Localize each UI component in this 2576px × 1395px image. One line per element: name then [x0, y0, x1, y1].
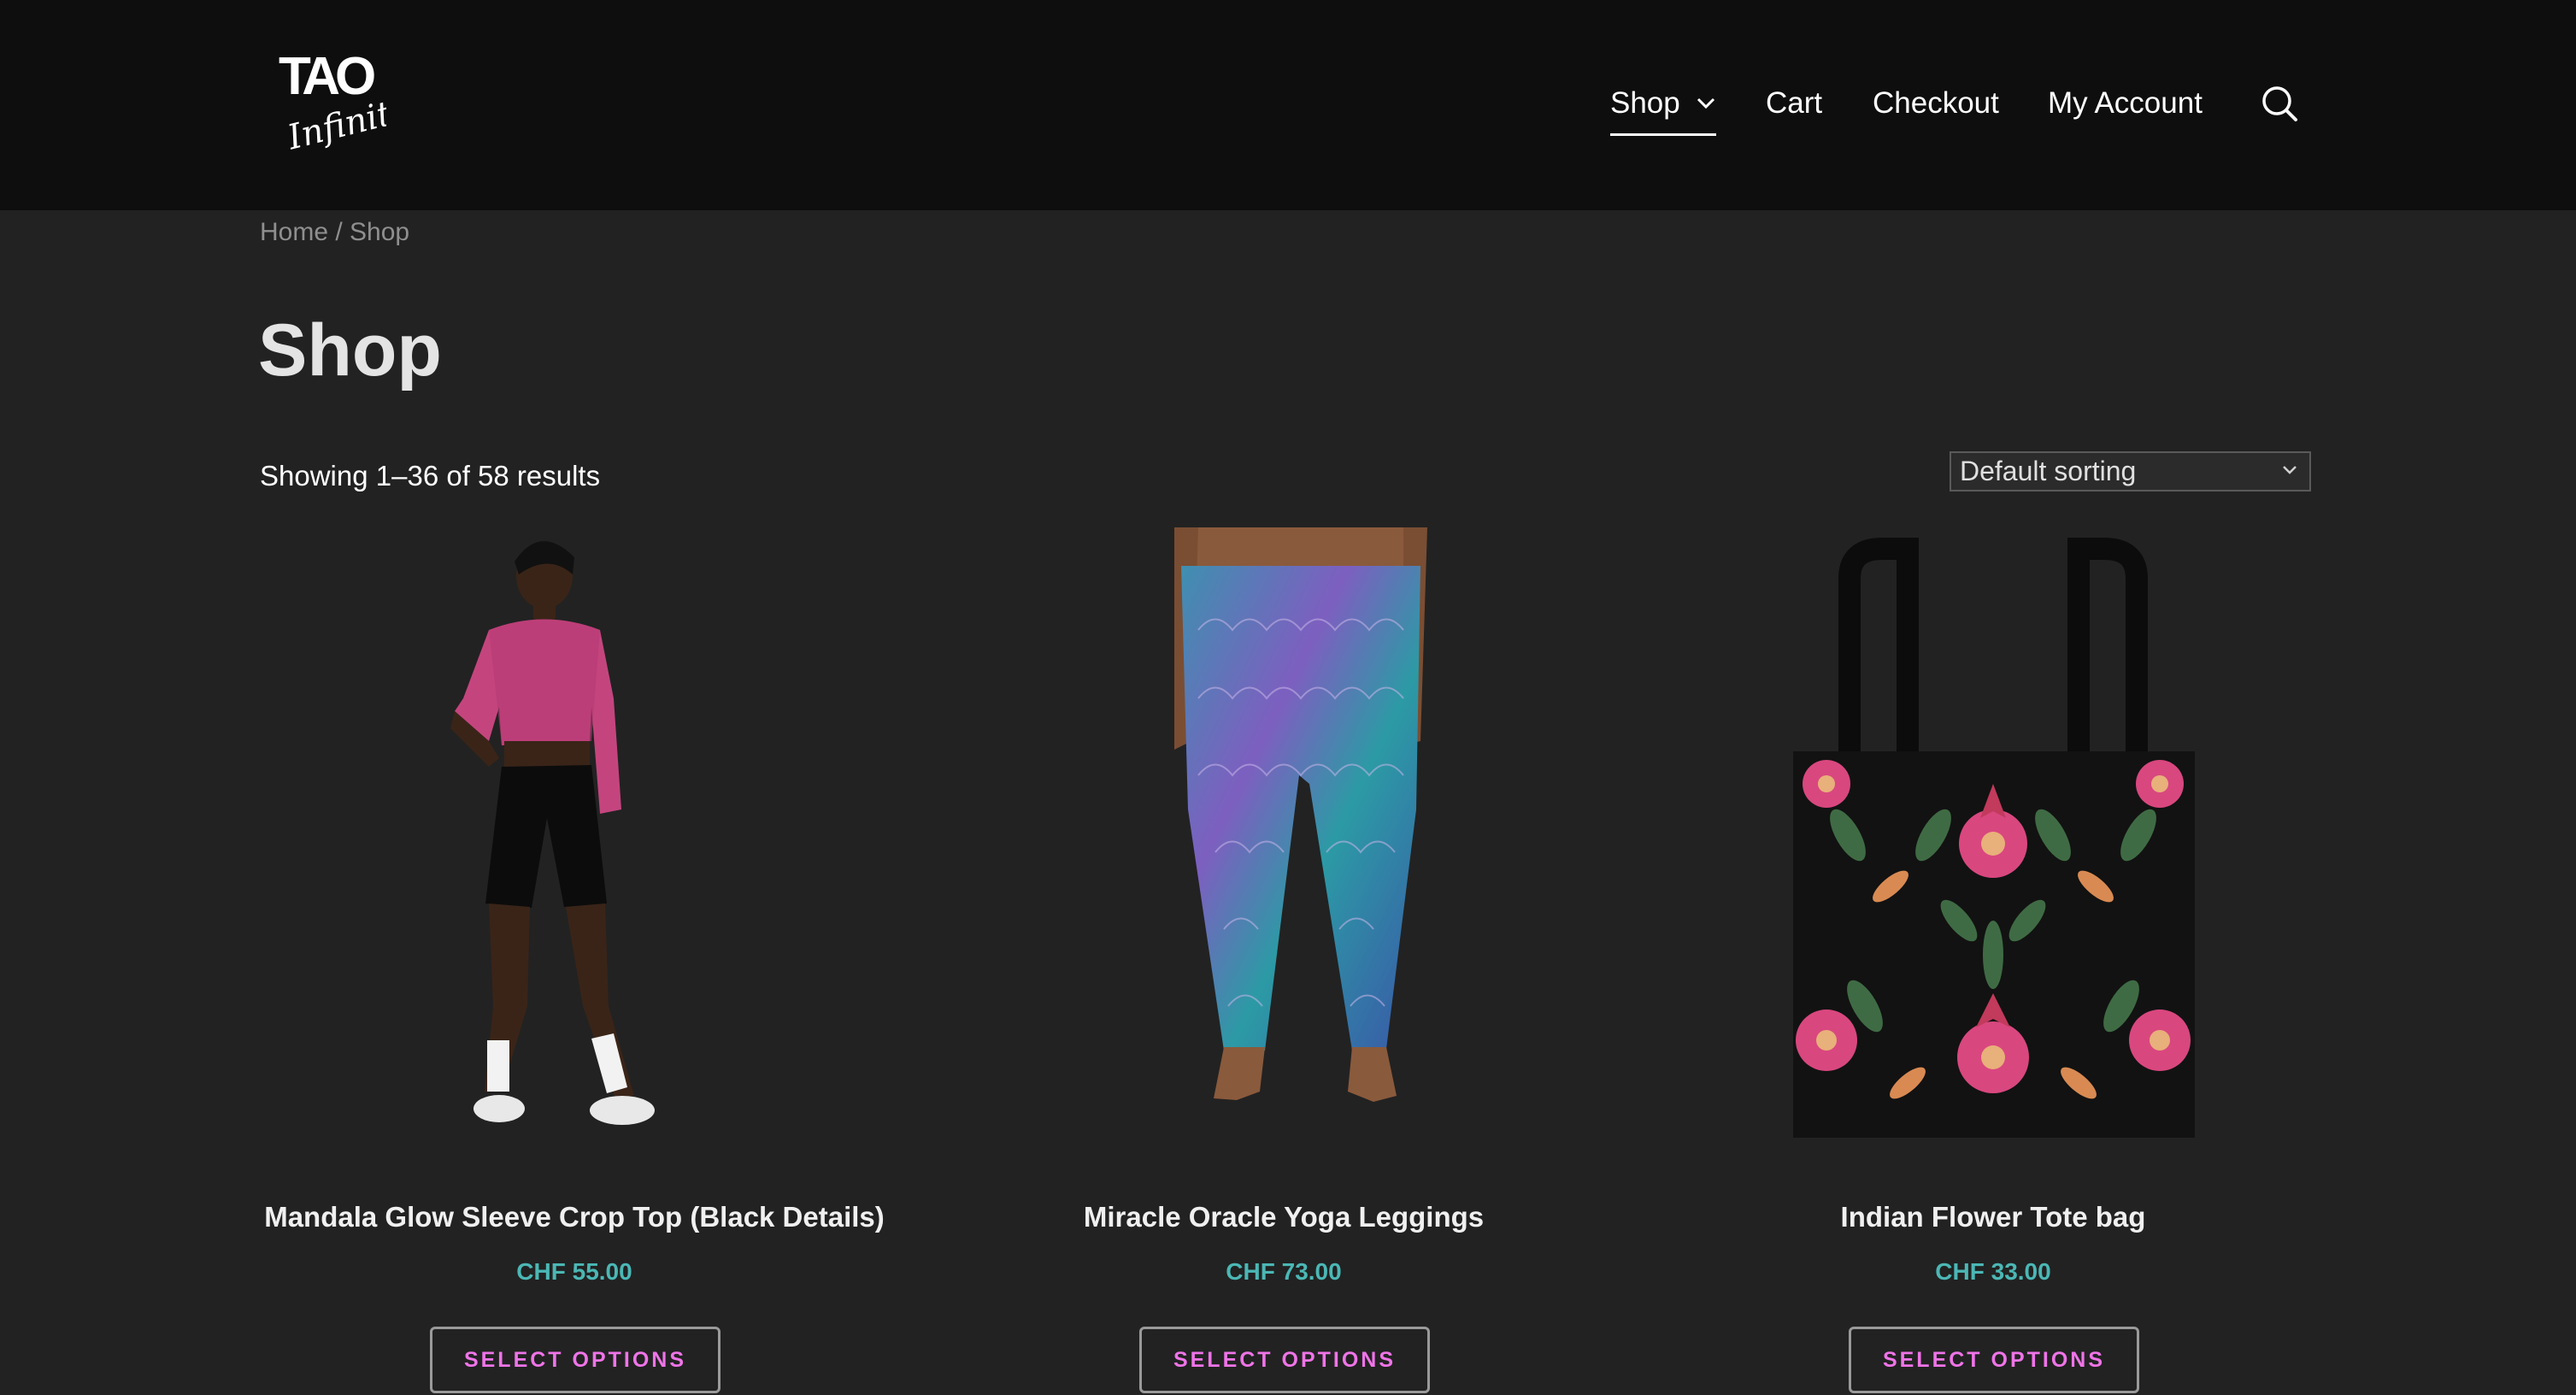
site-header: TAO Infinity Shop Cart Checkout My Accou…	[0, 0, 2576, 210]
chevron-down-icon	[1697, 97, 1715, 109]
page-title: Shop	[258, 309, 442, 391]
product-image-crop-top[interactable]	[232, 527, 916, 1143]
nav-item-shop-label: Shop	[1610, 86, 1680, 120]
product-card: Mandala Glow Sleeve Crop Top (Black Deta…	[232, 527, 916, 1395]
nav-item-my-account[interactable]: My Account	[2048, 81, 2203, 126]
product-title[interactable]: Indian Flower Tote bag	[1651, 1198, 2335, 1236]
active-nav-underline	[1610, 133, 1716, 136]
product-image-yoga-leggings[interactable]	[942, 527, 1626, 1143]
nav-item-cart[interactable]: Cart	[1766, 81, 1822, 126]
search-icon[interactable]	[2260, 84, 2299, 123]
product-price: CHF 73.00	[1226, 1258, 1342, 1285]
tao-infinity-logo[interactable]: TAO Infinity	[275, 43, 386, 154]
nav-item-shop[interactable]: Shop	[1610, 81, 1716, 136]
product-price: CHF 55.00	[516, 1258, 632, 1285]
result-count: Showing 1–36 of 58 results	[260, 460, 601, 491]
select-options-button[interactable]: SELECT OPTIONS	[430, 1327, 720, 1393]
product-image-tote-bag[interactable]	[1651, 527, 2335, 1143]
product-title[interactable]: Miracle Oracle Yoga Leggings	[942, 1198, 1626, 1236]
product-title[interactable]: Mandala Glow Sleeve Crop Top (Black Deta…	[232, 1198, 916, 1236]
logo-line1: TAO	[279, 47, 374, 106]
product-card: Indian Flower Tote bag CHF 33.00 SELECT …	[1651, 527, 2335, 1395]
select-options-button[interactable]: SELECT OPTIONS	[1139, 1327, 1430, 1393]
nav-item-checkout[interactable]: Checkout	[1873, 81, 1999, 126]
product-price: CHF 33.00	[1935, 1258, 2051, 1285]
breadcrumb[interactable]: Home / Shop	[260, 215, 409, 250]
sorting-dropdown[interactable]: Default sorting	[1950, 451, 2311, 491]
sorting-selected-value: Default sorting	[1960, 456, 2137, 486]
chevron-down-icon	[2283, 466, 2297, 474]
select-options-button[interactable]: SELECT OPTIONS	[1849, 1327, 2139, 1393]
product-card: Miracle Oracle Yoga Leggings CHF 73.00 S…	[942, 527, 1626, 1395]
